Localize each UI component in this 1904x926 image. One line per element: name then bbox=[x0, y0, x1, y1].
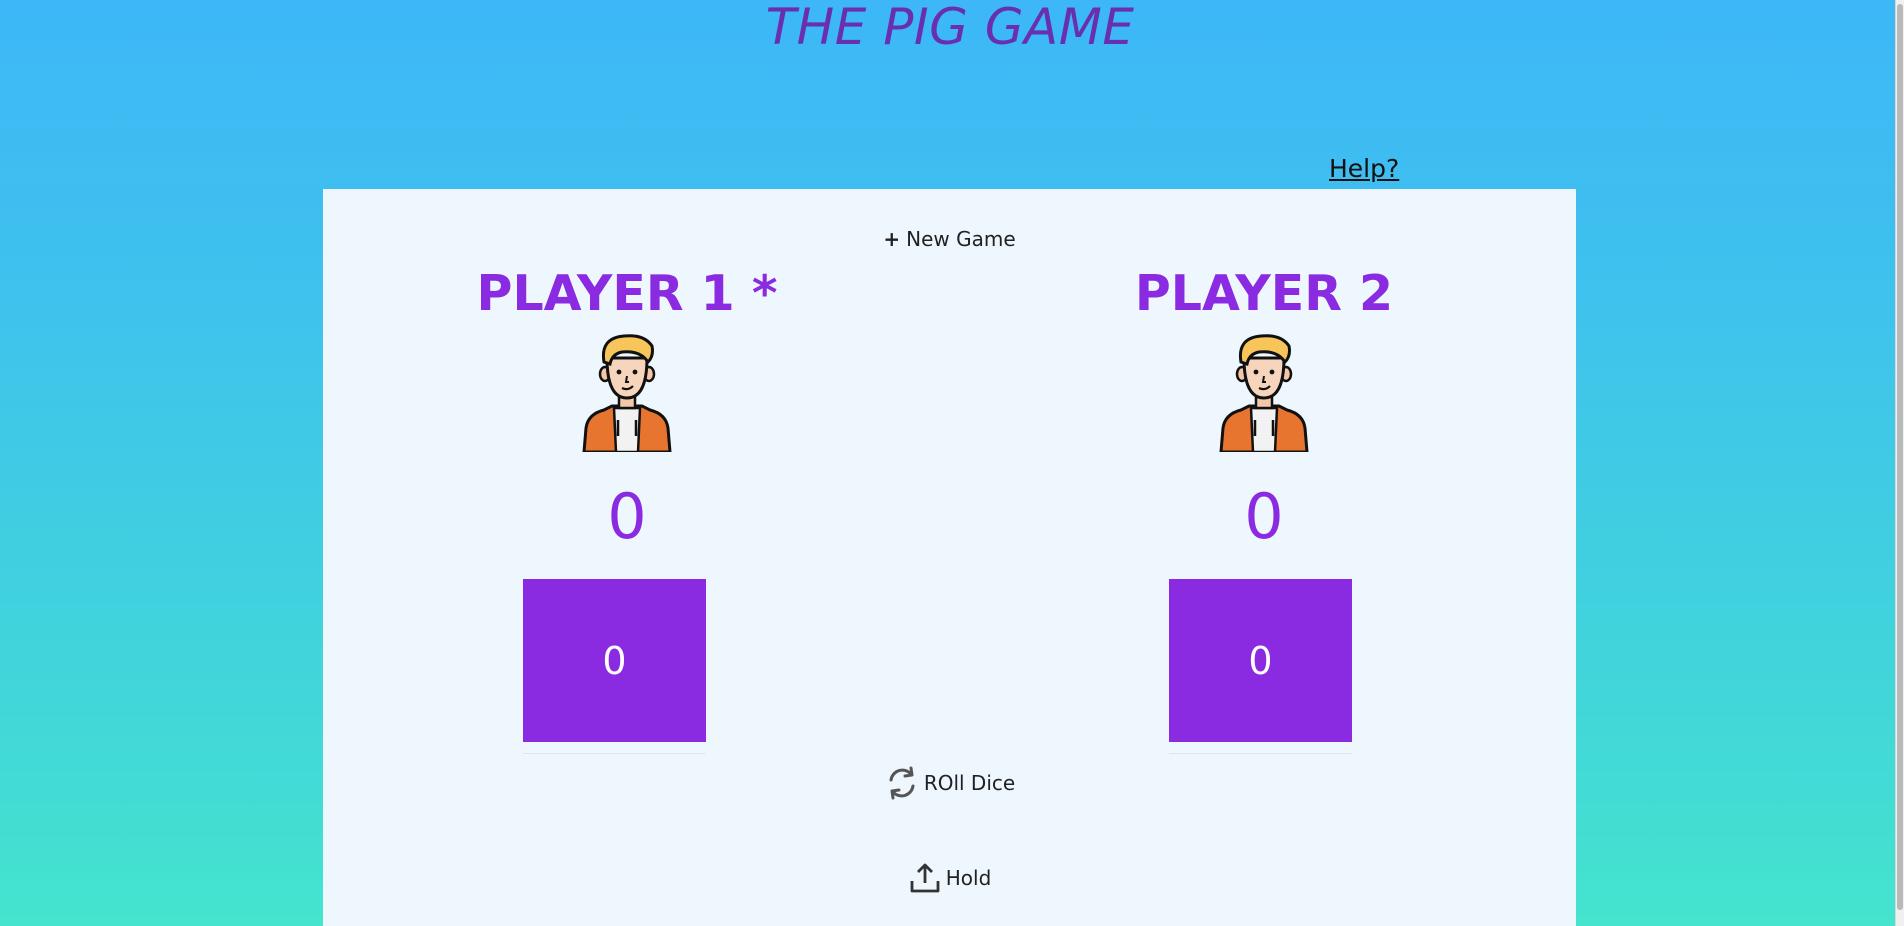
upload-icon bbox=[910, 863, 940, 893]
hold-label: Hold bbox=[945, 866, 992, 890]
player-2-panel: PLAYER 2 0 bbox=[1064, 264, 1464, 552]
new-game-label: New Game bbox=[906, 227, 1016, 251]
new-game-button[interactable]: + New Game bbox=[323, 227, 1576, 251]
person-avatar-icon bbox=[1219, 334, 1309, 452]
player-1-panel: PLAYER 1 * 0 bbox=[427, 264, 827, 552]
player-2-total-score: 0 bbox=[1244, 480, 1284, 553]
player-1-name: PLAYER 1 * bbox=[476, 265, 778, 322]
roll-dice-button[interactable]: ROll Dice bbox=[323, 765, 1576, 801]
page-title: THE PIG GAME bbox=[765, 0, 1135, 56]
scrollbar-thumb[interactable] bbox=[1897, 4, 1903, 910]
player-1-current-score: 0 bbox=[523, 579, 706, 742]
person-avatar-icon bbox=[582, 334, 672, 452]
player-2-current-score: 0 bbox=[1169, 579, 1352, 742]
plus-icon: + bbox=[883, 227, 901, 251]
player-1-total-score: 0 bbox=[607, 480, 647, 553]
divider bbox=[523, 753, 706, 754]
player-2-name: PLAYER 2 bbox=[1134, 265, 1394, 322]
vertical-scrollbar[interactable] bbox=[1895, 0, 1904, 926]
divider bbox=[1169, 753, 1352, 754]
roll-dice-label: ROll Dice bbox=[923, 771, 1016, 795]
help-link[interactable]: Help? bbox=[1329, 154, 1399, 183]
hold-button[interactable]: Hold bbox=[323, 861, 1576, 895]
game-board: + New Game PLAYER 1 * 0 PLAYER 2 0 0 0 R… bbox=[323, 189, 1576, 926]
refresh-icon bbox=[889, 766, 915, 800]
